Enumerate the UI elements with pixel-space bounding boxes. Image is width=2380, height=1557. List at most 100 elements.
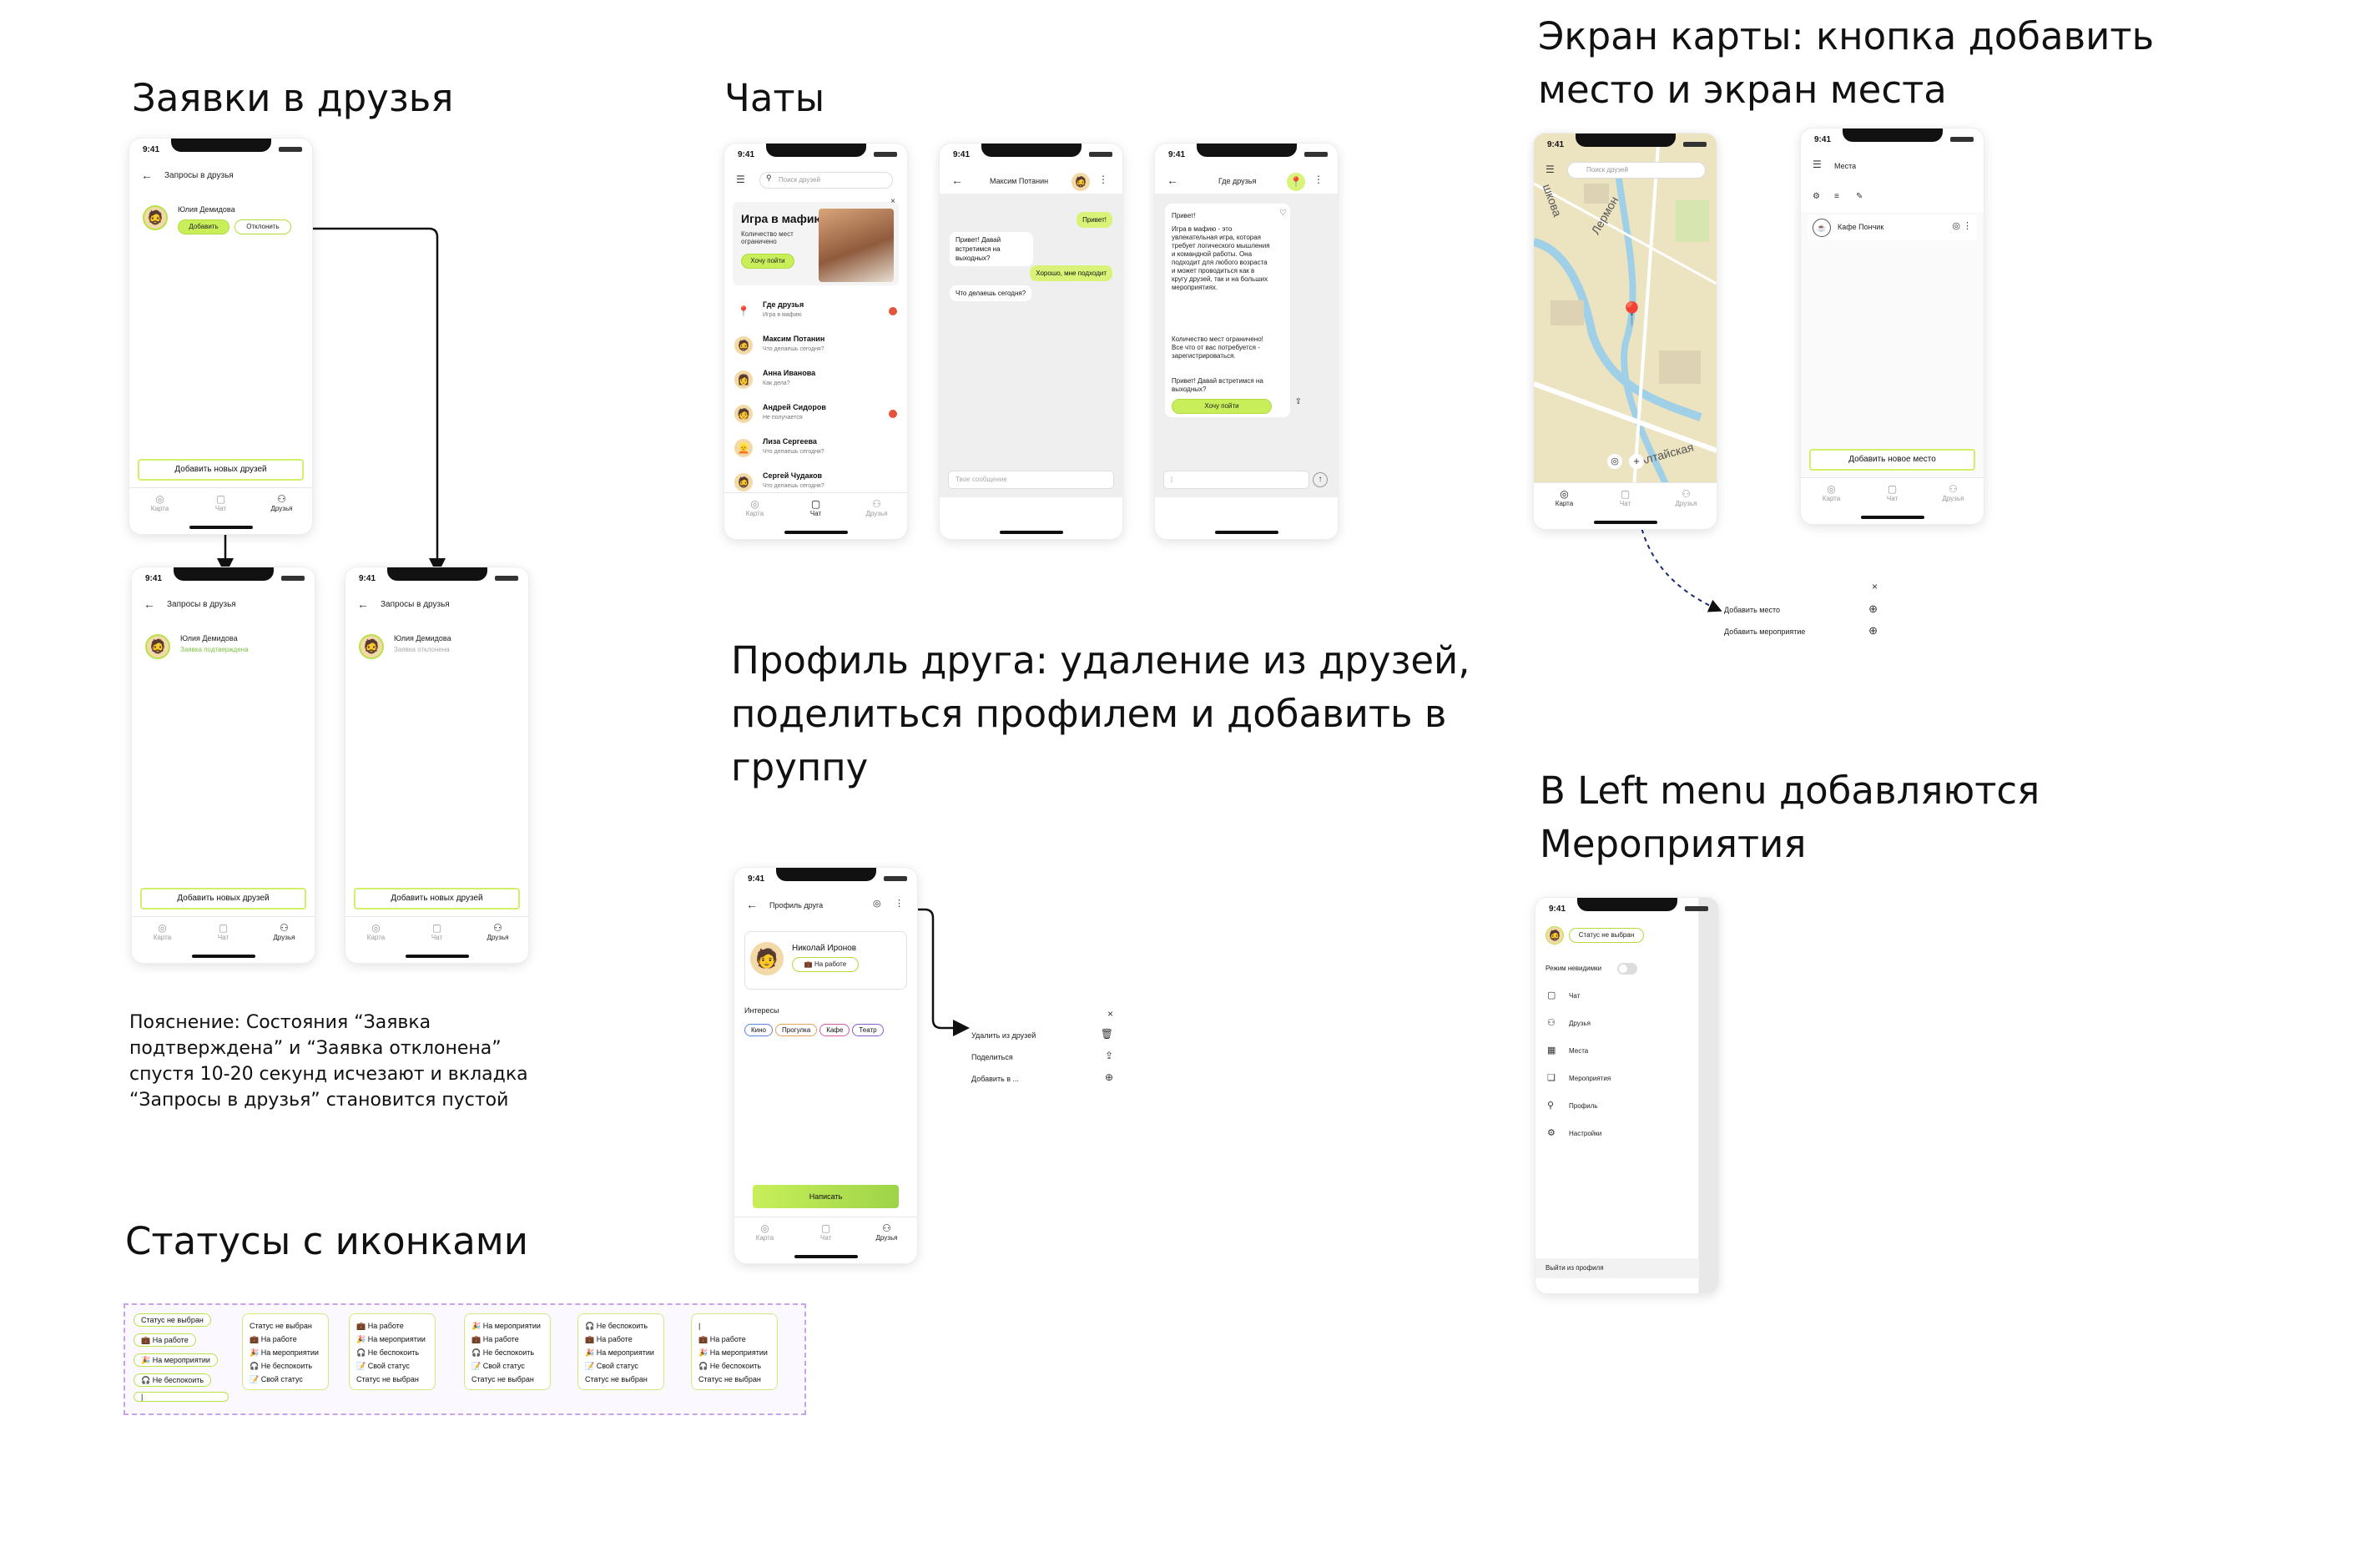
status-dropdown-head[interactable]: 🎧 Не беспокоить xyxy=(585,1319,657,1333)
status-pill[interactable]: 🎧 Не беспокоить xyxy=(134,1373,212,1387)
status-option[interactable]: 📝 Свой статус xyxy=(471,1359,543,1373)
heart-icon[interactable]: ♡ xyxy=(1279,209,1287,218)
status-option[interactable]: 💼 На работе xyxy=(585,1333,657,1346)
decline-button[interactable]: Отклонить xyxy=(234,219,291,234)
search-input[interactable]: Поиск друзей xyxy=(1567,162,1706,179)
share-option[interactable]: Поделиться xyxy=(971,1053,1013,1061)
chat-row[interactable]: 🧑 Андрей Сидоров Не получается xyxy=(724,400,907,431)
remove-friend-option[interactable]: Удалить из друзей xyxy=(971,1031,1036,1040)
back-arrow-icon[interactable]: ← xyxy=(951,174,963,187)
close-icon[interactable]: × xyxy=(1872,581,1878,592)
menu-item[interactable]: ▦ Места xyxy=(1535,1043,1699,1061)
filter-icon[interactable]: ⚙ xyxy=(1813,192,1820,201)
add-place-option[interactable]: Добавить место xyxy=(1724,606,1780,614)
drawer-overlay[interactable] xyxy=(1699,898,1718,1293)
promo-cta-button[interactable]: Хочу пойти xyxy=(741,254,794,269)
plus-circle-icon[interactable]: ⊕ xyxy=(1868,624,1878,637)
status-option[interactable]: 🎉 На мероприятии xyxy=(356,1333,428,1346)
close-icon[interactable]: × xyxy=(1107,1008,1113,1020)
locate-icon[interactable]: ◎ xyxy=(873,898,881,909)
status-option[interactable]: 📝 Свой статус xyxy=(250,1373,321,1386)
plus-circle-icon[interactable]: ⊕ xyxy=(1868,602,1878,616)
status-option[interactable]: 🎉 На мероприятии xyxy=(585,1346,657,1359)
tab-friends[interactable]: ⚇ Друзья xyxy=(1933,478,1974,511)
more-icon[interactable]: ⋮ xyxy=(1963,220,1972,231)
add-place-button[interactable]: Добавить новое место xyxy=(1809,449,1975,471)
menu-icon[interactable]: ☰ xyxy=(1813,159,1822,170)
menu-icon[interactable]: ☰ xyxy=(1545,164,1555,175)
status-dropdown-head[interactable]: 🎉 На мероприятии xyxy=(471,1319,543,1333)
chat-row[interactable]: 👱 Лиза Сергеева Что делаешь сегодня? xyxy=(724,434,907,466)
back-arrow-icon[interactable]: ← xyxy=(144,597,155,611)
tab-chat[interactable]: ▢ Чат xyxy=(805,1217,847,1250)
back-arrow-icon[interactable]: ← xyxy=(746,898,758,911)
share-icon[interactable]: ⇪ xyxy=(1295,397,1302,406)
locate-icon[interactable]: ◎ xyxy=(1952,220,1960,231)
status-option[interactable]: 💼 На работе xyxy=(471,1333,543,1346)
menu-item[interactable]: ⚙ Настройки xyxy=(1535,1126,1699,1144)
back-arrow-icon[interactable]: ← xyxy=(357,597,369,611)
status-option[interactable]: 🎉 На мероприятии xyxy=(698,1346,770,1359)
add-friends-button[interactable]: Добавить новых друзей xyxy=(140,888,306,910)
logout-row[interactable]: Выйти из профиля xyxy=(1535,1258,1699,1278)
invisible-mode-toggle[interactable] xyxy=(1617,963,1637,975)
share-icon[interactable]: ⇪ xyxy=(1105,1050,1113,1061)
locate-icon[interactable]: ◎ xyxy=(1607,454,1622,469)
more-icon[interactable]: ⋮ xyxy=(895,898,904,909)
custom-status-input[interactable]: | xyxy=(134,1392,229,1402)
plus-circle-icon[interactable]: ⊕ xyxy=(1105,1071,1113,1083)
tab-friends[interactable]: ⚇ Друзья xyxy=(264,917,305,950)
promo-card[interactable]: Игра в мафию Количество мест ограничено … xyxy=(733,197,899,285)
status-option[interactable]: 📝 Свой статус xyxy=(356,1359,428,1373)
tab-map[interactable]: ◎ Карта xyxy=(355,917,397,950)
tab-map[interactable]: ◎ Карта xyxy=(744,1217,786,1250)
tab-chat[interactable]: ▢ Чат xyxy=(795,493,837,526)
add-event-option[interactable]: Добавить мероприятие xyxy=(1724,627,1805,636)
tab-friends[interactable]: ⚇ Друзья xyxy=(866,1217,908,1250)
tab-friends[interactable]: ⚇ Друзья xyxy=(261,488,303,521)
status-option[interactable]: 📝 Свой статус xyxy=(585,1359,657,1373)
tab-friends[interactable]: ⚇ Друзья xyxy=(1666,483,1707,516)
status-option[interactable]: 🎉 На мероприятии xyxy=(250,1346,321,1359)
status-dropdown-head[interactable]: | xyxy=(698,1319,770,1333)
chat-row[interactable]: 👩 Анна Иванова Как дела? xyxy=(724,365,907,397)
search-input[interactable]: Поиск друзей xyxy=(759,172,893,189)
more-icon[interactable]: ⋮ xyxy=(1098,174,1108,185)
tab-map[interactable]: ◎ Карта xyxy=(142,917,184,950)
tab-chat[interactable]: ▢ Чат xyxy=(416,917,458,950)
add-place-icon[interactable]: + xyxy=(1629,454,1644,469)
status-dropdown-head[interactable]: 💼 На работе xyxy=(356,1319,428,1333)
menu-item[interactable]: ▢ Чат xyxy=(1535,988,1699,1006)
map-pin-icon[interactable]: 📍 xyxy=(1617,300,1646,328)
status-option[interactable]: 🎧 Не беспокоить xyxy=(250,1359,321,1373)
send-icon[interactable]: ↑ xyxy=(1313,472,1328,487)
status-option[interactable]: 💼 На работе xyxy=(698,1333,770,1346)
status-dropdown-head[interactable]: Статус не выбран xyxy=(250,1319,321,1333)
status-option[interactable]: 🎧 Не беспокоить xyxy=(356,1346,428,1359)
tab-map[interactable]: ◎ Карта xyxy=(1811,478,1853,511)
status-option[interactable]: Статус не выбран xyxy=(585,1373,657,1386)
status-option[interactable]: 🎧 Не беспокоить xyxy=(698,1359,770,1373)
tab-friends[interactable]: ⚇ Друзья xyxy=(477,917,519,950)
sort-icon[interactable]: ≡ xyxy=(1834,192,1839,201)
add-friends-button[interactable]: Добавить новых друзей xyxy=(354,888,520,910)
more-icon[interactable]: ⋮ xyxy=(1314,174,1324,185)
status-option[interactable]: Статус не выбран xyxy=(356,1373,428,1386)
status-option[interactable]: 💼 На работе xyxy=(250,1333,321,1346)
menu-item[interactable]: ❏ Мероприятия xyxy=(1535,1071,1699,1089)
tab-chat[interactable]: ▢ Чат xyxy=(200,488,242,521)
tab-map[interactable]: ◎ Карта xyxy=(734,493,776,526)
chat-row[interactable]: 🧔 Максим Потанин Что делаешь сегодня? xyxy=(724,331,907,363)
status-pill[interactable]: Статус не выбран xyxy=(134,1313,211,1327)
menu-icon[interactable]: ☰ xyxy=(736,174,745,185)
place-row[interactable]: ☕ Кафе Пончик ◎ ⋮ xyxy=(1808,215,1977,240)
back-arrow-icon[interactable]: ← xyxy=(1167,174,1178,187)
add-to-option[interactable]: Добавить в ... xyxy=(971,1075,1019,1083)
chat-row[interactable]: 📍 Где друзья Игра в мафию xyxy=(724,297,907,329)
write-button[interactable]: Написать xyxy=(753,1185,899,1208)
status-pill[interactable]: 💼 На работе xyxy=(134,1333,196,1347)
trash-icon[interactable]: 🗑 xyxy=(1101,1028,1113,1040)
close-icon[interactable]: × xyxy=(890,197,895,206)
add-friends-button[interactable]: Добавить новых друзей xyxy=(138,459,304,481)
event-cta-button[interactable]: Хочу пойти xyxy=(1172,399,1272,414)
